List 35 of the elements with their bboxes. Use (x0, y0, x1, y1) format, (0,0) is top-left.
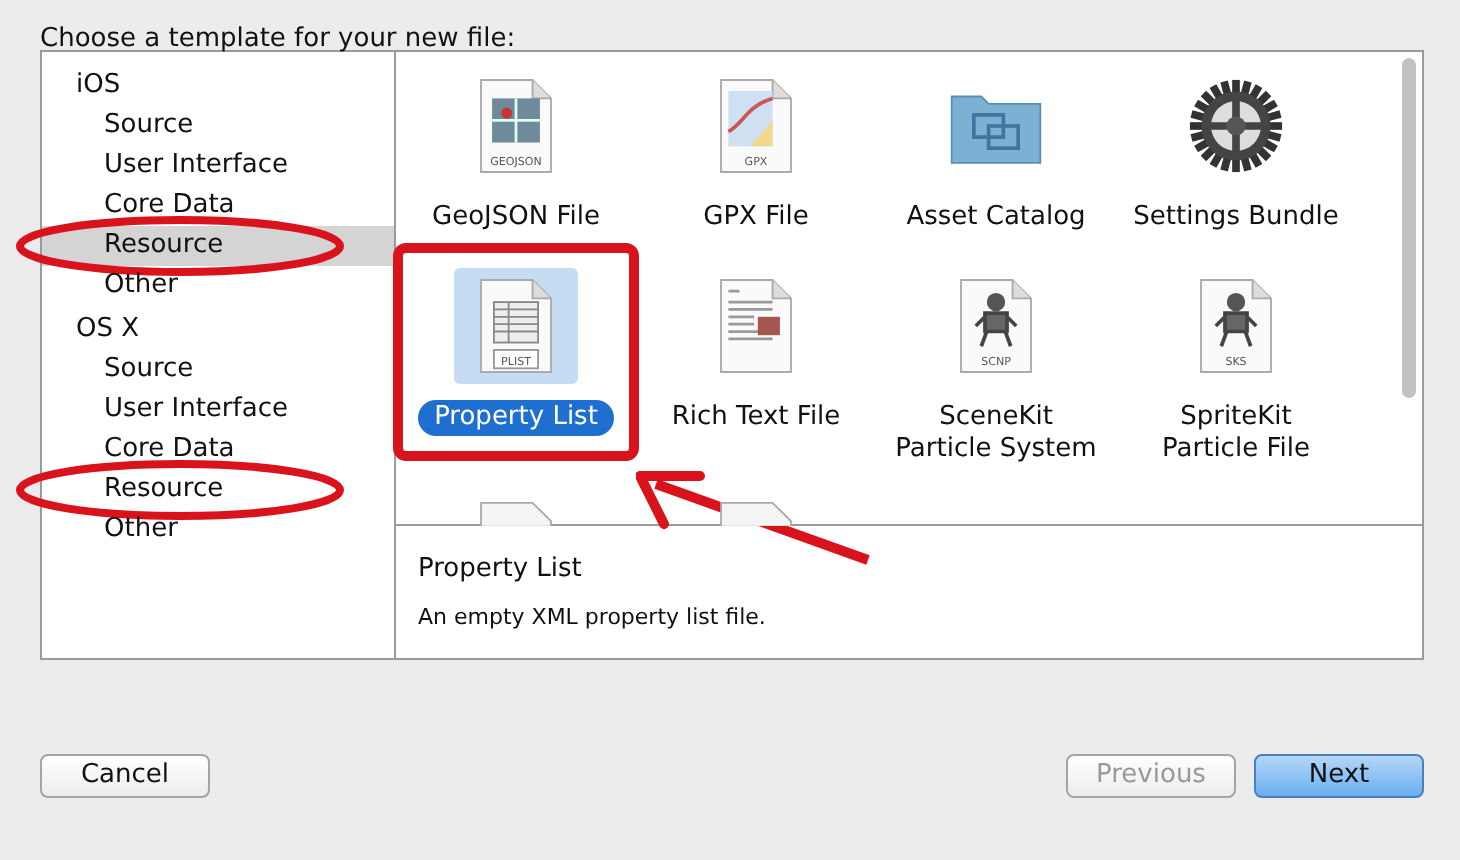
document-table-icon (480, 279, 552, 373)
cancel-button[interactable]: Cancel (40, 754, 210, 798)
scrollbar-thumb[interactable] (1401, 58, 1415, 398)
template-title: Property List (418, 552, 584, 588)
template-item[interactable]: Asset Catalog (890, 68, 1102, 236)
document-robot-icon (960, 279, 1032, 373)
sidebar-item[interactable]: Source (42, 106, 394, 146)
sidebar-group-header[interactable]: iOS (42, 66, 394, 106)
template-label: GPX File (701, 200, 811, 236)
sidebar-item[interactable]: Resource (42, 470, 394, 510)
template-label: Asset Catalog (904, 200, 1088, 236)
document-map-icon (720, 79, 792, 173)
template-label: SpriteKit Particle File (1160, 400, 1312, 468)
template-item[interactable]: Rich Text File (655, 268, 857, 436)
template-label: SceneKit Particle System (893, 400, 1099, 468)
sidebar-item[interactable]: User Interface (42, 146, 394, 186)
sidebar-group-header[interactable]: OS X (42, 310, 394, 350)
template-label: Property List (418, 400, 614, 436)
template-label: Rich Text File (669, 400, 843, 436)
sidebar-item[interactable]: Source (42, 350, 394, 390)
template-description: An empty XML property list file. (418, 601, 768, 633)
template-label: Settings Bundle (1131, 200, 1341, 236)
sidebar-item[interactable]: Other (42, 510, 394, 550)
sidebar-item[interactable]: Core Data (42, 186, 394, 226)
sidebar-item[interactable]: Other (42, 266, 394, 306)
document-robot-icon (1200, 279, 1272, 373)
dialog-prompt: Choose a template for your new file: (40, 22, 518, 58)
template-item[interactable]: Settings Bundle (1117, 68, 1355, 236)
sidebar-item[interactable]: Core Data (42, 430, 394, 470)
next-button[interactable]: Next (1254, 754, 1424, 798)
template-label: GeoJSON File (430, 200, 602, 236)
document-text-icon (720, 279, 792, 373)
gear-icon (1188, 78, 1284, 174)
sidebar-item[interactable]: User Interface (42, 390, 394, 430)
document-map-icon (480, 79, 552, 173)
